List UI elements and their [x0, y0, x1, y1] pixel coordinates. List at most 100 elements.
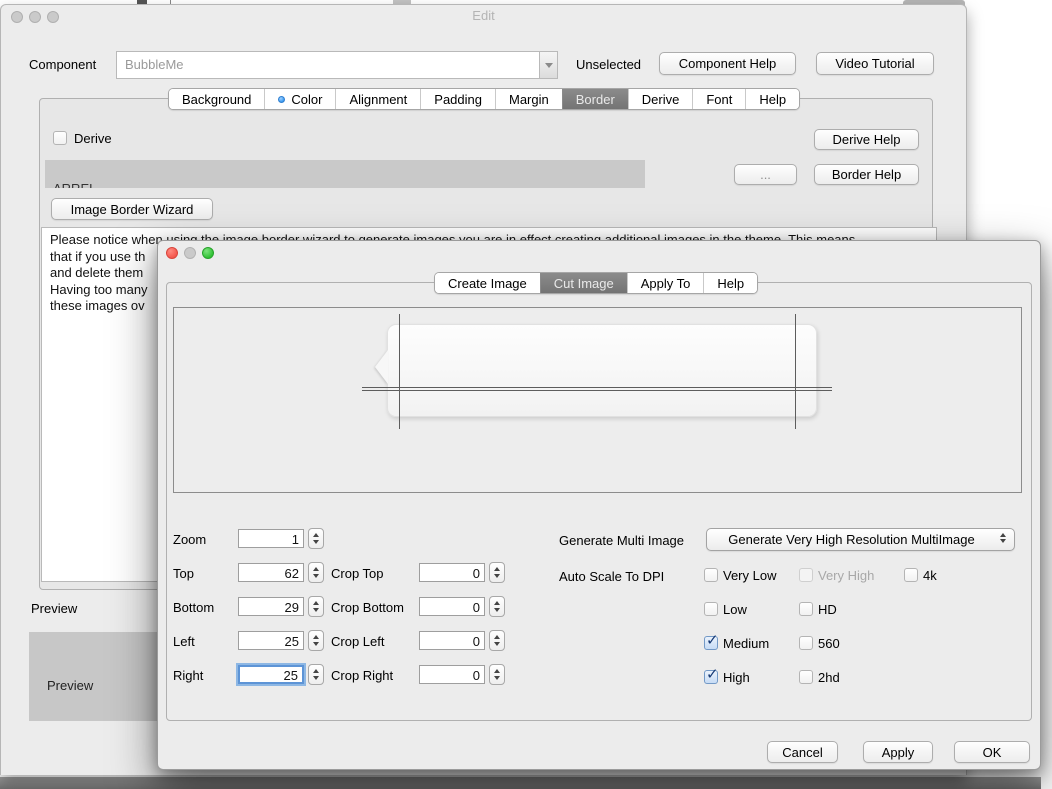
tab-label: Alignment	[349, 92, 407, 107]
high-checkbox[interactable]: ✓	[704, 670, 718, 684]
tab-create-image[interactable]: Create Image	[435, 273, 540, 293]
tab-label: Apply To	[641, 276, 691, 291]
component-help-button[interactable]: Component Help	[659, 52, 796, 75]
stepper-down-icon[interactable]	[313, 676, 319, 680]
tab-color[interactable]: Color	[264, 89, 335, 109]
border-image-selector[interactable]: ARREL	[45, 160, 645, 188]
cancel-button[interactable]: Cancel	[767, 741, 838, 763]
crop-bottom-stepper[interactable]	[489, 596, 505, 617]
updown-arrows-icon	[1000, 533, 1006, 543]
tab-label: Cut Image	[554, 276, 614, 291]
stepper-up-icon[interactable]	[313, 635, 319, 639]
tab-border[interactable]: Border	[562, 89, 628, 109]
tab-font[interactable]: Font	[692, 89, 745, 109]
crop-left-stepper[interactable]	[489, 630, 505, 651]
component-combobox-arrow-button[interactable]	[539, 51, 558, 79]
stepper-down-icon[interactable]	[494, 642, 500, 646]
bottom-stepper[interactable]	[308, 596, 324, 617]
4k-checkbox[interactable]	[904, 568, 918, 582]
browse-ellipsis-button[interactable]: ...	[734, 164, 797, 185]
stepper-up-icon[interactable]	[494, 601, 500, 605]
stepper-down-icon[interactable]	[494, 574, 500, 578]
hd-checkbox[interactable]	[799, 602, 813, 616]
zoom-input[interactable]: 1	[238, 529, 304, 548]
tab-margin[interactable]: Margin	[495, 89, 562, 109]
close-icon[interactable]	[166, 247, 178, 259]
stepper-up-icon[interactable]	[313, 567, 319, 571]
4k-checkbox-label: 4k	[923, 568, 937, 583]
ok-button[interactable]: OK	[954, 741, 1030, 763]
preview-label: Preview	[31, 601, 77, 616]
560-checkbox[interactable]	[799, 636, 813, 650]
right-input[interactable]: 25	[238, 665, 304, 684]
tab-help[interactable]: Help	[745, 89, 799, 109]
component-combobox[interactable]: BubbleMe	[116, 51, 540, 79]
wizard-tabbar: Create Image Cut Image Apply To Help	[434, 272, 758, 294]
crop-left-input[interactable]: 0	[419, 631, 485, 650]
stepper-down-icon[interactable]	[494, 608, 500, 612]
tab-derive[interactable]: Derive	[628, 89, 693, 109]
edit-window-tabbar: Background Color Alignment PaddingMarginBor…	[168, 88, 800, 110]
cut-guide-left[interactable]	[399, 314, 400, 429]
crop-top-input[interactable]: 0	[419, 563, 485, 582]
stepper-up-icon[interactable]	[494, 567, 500, 571]
low-checkbox[interactable]	[704, 602, 718, 616]
crop-right-input[interactable]: 0	[419, 665, 485, 684]
cut-guide-right[interactable]	[795, 314, 796, 429]
crop-right-stepper[interactable]	[489, 664, 505, 685]
left-stepper[interactable]	[308, 630, 324, 651]
window-title: Edit	[1, 5, 966, 27]
stepper-down-icon[interactable]	[313, 608, 319, 612]
tab-alignment[interactable]: Alignment	[335, 89, 420, 109]
right-stepper[interactable]	[308, 664, 324, 685]
derive-help-button[interactable]: Derive Help	[814, 129, 919, 150]
stepper-down-icon[interactable]	[494, 676, 500, 680]
zoom-window-icon[interactable]	[47, 11, 59, 23]
tab-label: Background	[182, 92, 251, 107]
image-border-wizard-button[interactable]: Image Border Wizard	[51, 198, 213, 220]
medium-checkbox[interactable]: ✓	[704, 636, 718, 650]
checkmark-icon: ✓	[706, 631, 719, 649]
crop-top-stepper[interactable]	[489, 562, 505, 583]
left-input[interactable]: 25	[238, 631, 304, 650]
top-input[interactable]: 62	[238, 563, 304, 582]
border-help-button[interactable]: Border Help	[814, 164, 919, 185]
stepper-up-icon[interactable]	[313, 669, 319, 673]
derive-checkbox[interactable]	[53, 131, 67, 145]
cut-guide-bottom[interactable]	[362, 390, 832, 391]
video-tutorial-button[interactable]: Video Tutorial	[816, 52, 934, 75]
stepper-down-icon[interactable]	[313, 540, 319, 544]
minimize-icon[interactable]	[29, 11, 41, 23]
field-label-crop-top: Crop Top	[331, 566, 384, 581]
field-label-crop-left: Crop Left	[331, 634, 384, 649]
stepper-up-icon[interactable]	[494, 669, 500, 673]
tab-help[interactable]: Help	[703, 273, 757, 293]
minimize-icon[interactable]	[184, 247, 196, 259]
bottom-input[interactable]: 29	[238, 597, 304, 616]
generate-multi-image-select[interactable]: Generate Very High Resolution MultiImage	[706, 528, 1015, 551]
crop-bottom-input[interactable]: 0	[419, 597, 485, 616]
stepper-down-icon[interactable]	[313, 642, 319, 646]
top-stepper[interactable]	[308, 562, 324, 583]
component-combobox-value: BubbleMe	[125, 52, 184, 78]
tab-padding[interactable]: Padding	[420, 89, 495, 109]
tab-apply-to[interactable]: Apply To	[627, 273, 704, 293]
very-low-checkbox[interactable]	[704, 568, 718, 582]
cut-guide-top[interactable]	[362, 387, 832, 388]
very-high-checkbox	[799, 568, 813, 582]
stepper-down-icon[interactable]	[313, 574, 319, 578]
560-checkbox-label: 560	[818, 636, 840, 651]
tab-background[interactable]: Background	[169, 89, 264, 109]
checkmark-icon: ✓	[706, 665, 719, 683]
2hd-checkbox[interactable]	[799, 670, 813, 684]
stepper-up-icon[interactable]	[313, 601, 319, 605]
zoom-window-icon[interactable]	[202, 247, 214, 259]
apply-button[interactable]: Apply	[863, 741, 933, 763]
derive-checkbox-label: Derive	[74, 131, 112, 146]
generate-multi-image-label: Generate Multi Image	[559, 533, 684, 548]
tab-cut-image[interactable]: Cut Image	[540, 273, 627, 293]
zoom-stepper[interactable]	[308, 528, 324, 549]
stepper-up-icon[interactable]	[313, 533, 319, 537]
close-icon[interactable]	[11, 11, 23, 23]
stepper-up-icon[interactable]	[494, 635, 500, 639]
